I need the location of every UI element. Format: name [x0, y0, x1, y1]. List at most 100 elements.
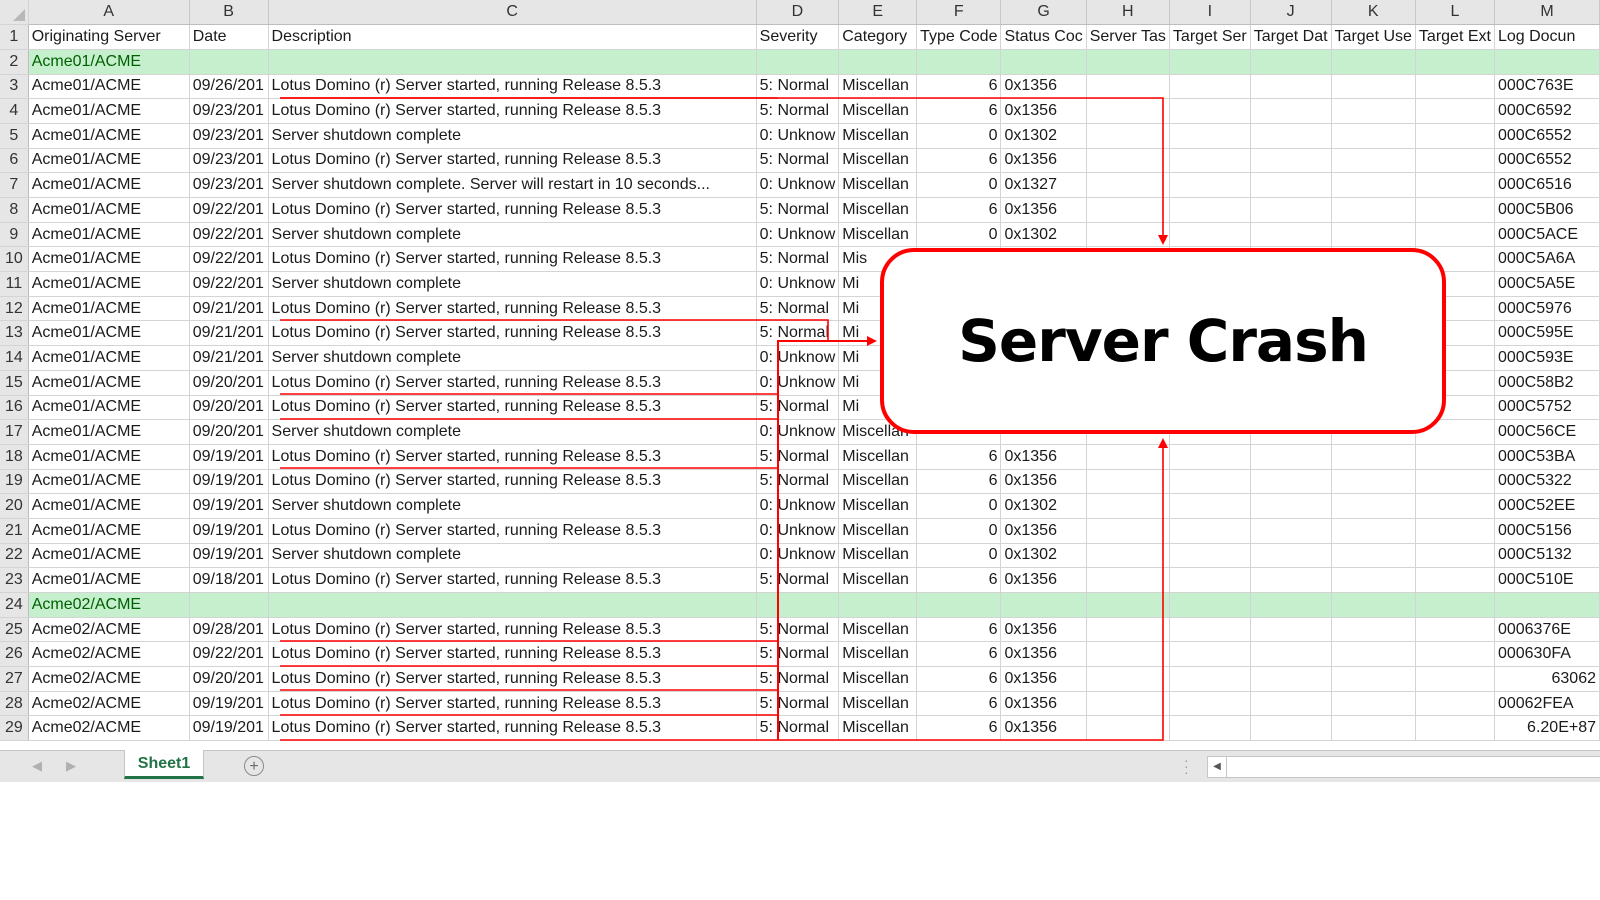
- target-db-cell[interactable]: [1250, 98, 1332, 124]
- severity-cell[interactable]: 5: Normal: [756, 641, 840, 668]
- originating-server-cell[interactable]: Acme01/ACME: [28, 395, 190, 421]
- description-cell[interactable]: Lotus Domino (r) Server started, running…: [268, 715, 757, 742]
- status-code-cell[interactable]: 0x1356: [1000, 469, 1087, 495]
- server-task-cell[interactable]: [1086, 222, 1170, 248]
- severity-cell[interactable]: 0: Unknow: [756, 370, 840, 396]
- log-document-cell[interactable]: 000C763E: [1494, 74, 1600, 100]
- date-cell[interactable]: 09/22/201: [189, 222, 269, 248]
- category-cell[interactable]: Miscellan: [838, 617, 918, 643]
- date-cell[interactable]: 09/22/201: [189, 271, 269, 297]
- description-cell[interactable]: Server shutdown complete: [268, 222, 757, 248]
- target-server-cell[interactable]: [1169, 74, 1251, 100]
- column-header-k[interactable]: K: [1331, 0, 1416, 26]
- server-task-cell[interactable]: [1086, 197, 1170, 223]
- server-task-cell[interactable]: [1086, 123, 1170, 149]
- severity-cell[interactable]: 5: Normal: [756, 617, 840, 643]
- row-number[interactable]: 4: [0, 98, 29, 124]
- group-cell[interactable]: [916, 592, 1002, 618]
- description-cell[interactable]: Lotus Domino (r) Server started, running…: [268, 567, 757, 593]
- target-server-cell[interactable]: [1169, 641, 1251, 668]
- severity-cell[interactable]: 5: Normal: [756, 567, 840, 593]
- category-cell[interactable]: Miscellan: [838, 74, 918, 100]
- description-cell[interactable]: Server shutdown complete: [268, 345, 757, 371]
- date-cell[interactable]: 09/19/201: [189, 691, 269, 717]
- status-code-cell[interactable]: 0x1302: [1000, 222, 1087, 248]
- description-cell[interactable]: Lotus Domino (r) Server started, running…: [268, 296, 757, 322]
- category-cell[interactable]: Miscellan: [838, 469, 918, 495]
- target-server-cell[interactable]: [1169, 98, 1251, 124]
- description-cell[interactable]: Lotus Domino (r) Server started, running…: [268, 395, 757, 421]
- log-document-cell[interactable]: 000C593E: [1494, 345, 1600, 371]
- row-number[interactable]: 7: [0, 172, 29, 198]
- severity-cell[interactable]: 5: Normal: [756, 197, 840, 223]
- target-db-cell[interactable]: [1250, 518, 1332, 544]
- target-ext-cell[interactable]: [1415, 641, 1495, 668]
- group-cell[interactable]: [1331, 592, 1416, 618]
- target-ext-cell[interactable]: [1415, 715, 1495, 742]
- severity-cell[interactable]: 0: Unknow: [756, 345, 840, 371]
- target-user-cell[interactable]: [1331, 543, 1416, 569]
- add-sheet-icon[interactable]: +: [244, 756, 264, 776]
- description-cell[interactable]: Lotus Domino (r) Server started, running…: [268, 148, 757, 174]
- target-ext-cell[interactable]: [1415, 74, 1495, 100]
- description-cell[interactable]: Lotus Domino (r) Server started, running…: [268, 666, 757, 692]
- originating-server-cell[interactable]: Acme01/ACME: [28, 444, 190, 470]
- group-cell[interactable]: [1086, 49, 1170, 75]
- row-number[interactable]: 26: [0, 641, 29, 668]
- category-cell[interactable]: Miscellan: [838, 123, 918, 149]
- log-document-cell[interactable]: 000C56CE: [1494, 419, 1600, 445]
- originating-server-cell[interactable]: Acme01/ACME: [28, 493, 190, 519]
- date-cell[interactable]: 09/23/201: [189, 172, 269, 198]
- worksheet-grid[interactable]: ABCDEFGHIJKLM 1 Originating Server Date Des…: [0, 0, 1600, 750]
- log-document-cell[interactable]: 000C5752: [1494, 395, 1600, 421]
- date-cell[interactable]: 09/21/201: [189, 296, 269, 322]
- target-db-cell[interactable]: [1250, 148, 1332, 174]
- column-header-j[interactable]: J: [1250, 0, 1332, 26]
- type-code-cell[interactable]: 0: [916, 172, 1002, 198]
- target-user-cell[interactable]: [1331, 222, 1416, 248]
- severity-cell[interactable]: 0: Unknow: [756, 222, 840, 248]
- description-cell[interactable]: Server shutdown complete. Server will re…: [268, 172, 757, 198]
- target-ext-cell[interactable]: [1415, 222, 1495, 248]
- target-user-cell[interactable]: [1331, 197, 1416, 223]
- severity-cell[interactable]: 0: Unknow: [756, 493, 840, 519]
- row-number[interactable]: 18: [0, 444, 29, 470]
- type-code-cell[interactable]: 0: [916, 493, 1002, 519]
- description-cell[interactable]: Lotus Domino (r) Server started, running…: [268, 370, 757, 396]
- type-code-cell[interactable]: 0: [916, 123, 1002, 149]
- originating-server-cell[interactable]: Acme01/ACME: [28, 172, 190, 198]
- description-cell[interactable]: Lotus Domino (r) Server started, running…: [268, 197, 757, 223]
- target-db-cell[interactable]: [1250, 691, 1332, 717]
- prev-sheet-icon[interactable]: ◀: [32, 758, 42, 774]
- row-number[interactable]: 8: [0, 197, 29, 223]
- row-number[interactable]: 17: [0, 419, 29, 445]
- column-title[interactable]: Severity: [756, 24, 840, 50]
- description-cell[interactable]: Lotus Domino (r) Server started, running…: [268, 469, 757, 495]
- target-ext-cell[interactable]: [1415, 567, 1495, 593]
- category-cell[interactable]: Miscellan: [838, 493, 918, 519]
- column-header-g[interactable]: G: [1000, 0, 1087, 26]
- target-user-cell[interactable]: [1331, 98, 1416, 124]
- date-cell[interactable]: 09/20/201: [189, 370, 269, 396]
- group-cell[interactable]: [916, 49, 1002, 75]
- type-code-cell[interactable]: 6: [916, 617, 1002, 643]
- column-title[interactable]: Server Tas: [1086, 24, 1170, 50]
- type-code-cell[interactable]: 0: [916, 543, 1002, 569]
- severity-cell[interactable]: 5: Normal: [756, 246, 840, 273]
- log-document-cell[interactable]: 000C53BA: [1494, 444, 1600, 470]
- server-task-cell[interactable]: [1086, 641, 1170, 668]
- severity-cell[interactable]: 5: Normal: [756, 715, 840, 742]
- description-cell[interactable]: Server shutdown complete: [268, 123, 757, 149]
- column-title[interactable]: Date: [189, 24, 269, 50]
- target-user-cell[interactable]: [1331, 123, 1416, 149]
- column-title[interactable]: Type Code: [916, 24, 1002, 50]
- description-cell[interactable]: Lotus Domino (r) Server started, running…: [268, 518, 757, 544]
- target-db-cell[interactable]: [1250, 543, 1332, 569]
- row-number[interactable]: 3: [0, 74, 29, 100]
- target-ext-cell[interactable]: [1415, 518, 1495, 544]
- row-number[interactable]: 11: [0, 271, 29, 297]
- status-code-cell[interactable]: 0x1302: [1000, 123, 1087, 149]
- target-db-cell[interactable]: [1250, 641, 1332, 668]
- severity-cell[interactable]: 5: Normal: [756, 395, 840, 421]
- server-task-cell[interactable]: [1086, 444, 1170, 470]
